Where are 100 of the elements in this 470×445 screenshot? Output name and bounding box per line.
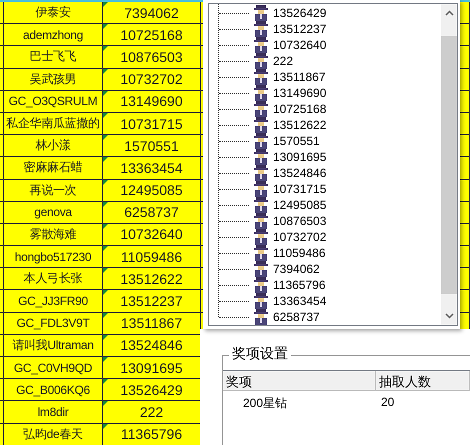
table-cell: 13512237 (103, 290, 201, 312)
user-icon (253, 133, 269, 149)
table-cell: 13149690 (103, 90, 201, 112)
list-cell-text: 20 (380, 395, 394, 411)
scroll-down-icon[interactable] (444, 313, 454, 319)
user-icon (253, 229, 269, 245)
user-icon (253, 37, 269, 53)
list-cell-text: 200星钻 (242, 395, 288, 412)
error-indicator-icon (103, 180, 108, 184)
user-icon (253, 5, 269, 21)
table-cell: 私企华南瓜蓝撒的 (4, 112, 103, 134)
tree-item[interactable]: 10725168 (209, 101, 441, 117)
error-indicator-icon (103, 379, 108, 384)
table-cell: 林小漾 (4, 135, 103, 156)
table-cell: GC_C0VH9QD (4, 357, 103, 378)
tree-item[interactable]: 10731715 (209, 181, 441, 197)
table-cell: 弘昀de春天 (4, 424, 103, 445)
table-cell: 13511867 (103, 312, 201, 334)
table-cell: 10725168 (103, 24, 201, 46)
tree-item[interactable]: 13363454 (209, 293, 441, 309)
error-indicator-icon (103, 290, 108, 296)
error-indicator-icon (103, 112, 108, 118)
table-cell: GC_O3QSRULM (4, 90, 103, 112)
user-icon (253, 293, 269, 309)
scrollbar[interactable] (441, 4, 457, 325)
scroll-up-icon[interactable] (444, 10, 454, 16)
table-cell: 13363454 (103, 157, 201, 178)
column-header[interactable]: 奖项 (223, 371, 376, 391)
tree-item[interactable]: 13526429 (209, 5, 441, 21)
table-cell: GC_JJ3FR90 (4, 290, 103, 312)
table-cell: 雾散海难 (4, 224, 103, 246)
table-cell: lm8dir (4, 401, 103, 423)
group-title: 奖项设置 (229, 345, 291, 363)
table-cell: 请叫我Ultraman (4, 334, 103, 356)
user-icon (253, 149, 269, 165)
error-indicator-icon (103, 90, 108, 96)
scrollbar-thumb[interactable] (441, 36, 457, 294)
error-indicator-icon (103, 334, 108, 340)
error-indicator-icon (103, 401, 108, 406)
table-cell: 巴士飞飞 (4, 46, 103, 68)
tree-item[interactable]: 13511867 (209, 69, 441, 85)
error-indicator-icon (103, 135, 108, 140)
table-cell: 伊泰安 (4, 2, 103, 24)
error-indicator-icon (103, 246, 108, 252)
tree-item[interactable]: 222 (209, 53, 441, 69)
table-cell: 10732702 (103, 68, 201, 90)
table-cell: 10731715 (103, 112, 201, 134)
user-icon (253, 165, 269, 181)
user-icon (253, 53, 269, 69)
error-indicator-icon (103, 224, 108, 229)
user-icon (253, 213, 269, 229)
user-icon (253, 85, 269, 101)
error-indicator-icon (103, 2, 108, 7)
tree-item[interactable]: 13149690 (209, 85, 441, 101)
user-icon (253, 197, 269, 213)
error-indicator-icon (103, 357, 108, 362)
table-cell: 222 (103, 401, 201, 423)
user-icon (253, 261, 269, 277)
table-cell: GC_B006KQ6 (4, 379, 103, 400)
tree-item[interactable]: 12495085 (209, 197, 441, 213)
table-cell: hongbo517230 (4, 246, 103, 268)
table-cell: 密麻麻石蜡 (4, 157, 103, 178)
error-indicator-icon (103, 24, 108, 30)
table-cell: 13512622 (103, 268, 201, 290)
table-cell: 12495085 (103, 180, 201, 201)
tree-item[interactable]: 13524846 (209, 165, 441, 181)
table-cell: 本人弓长张 (4, 268, 103, 290)
tree-item[interactable]: 10732702 (209, 229, 441, 245)
tree-item[interactable]: 10876503 (209, 213, 441, 229)
tree-item[interactable]: 11365796 (209, 277, 441, 293)
tree-item[interactable]: 13091695 (209, 149, 441, 165)
tree-item[interactable]: 7394062 (209, 261, 441, 277)
tree-item[interactable]: 13512622 (209, 117, 441, 133)
tree-item[interactable]: 6258737 (209, 309, 441, 325)
user-icon (253, 101, 269, 117)
table-cell: 再说一次 (4, 180, 103, 201)
table-cell: genova (4, 202, 103, 223)
user-icon (253, 309, 269, 325)
error-indicator-icon (103, 68, 108, 74)
table-cell: 13524846 (103, 334, 201, 356)
user-icon (253, 245, 269, 261)
column-header[interactable]: 抽取人数 (376, 371, 470, 391)
tree-item[interactable]: 10732640 (209, 37, 441, 53)
error-indicator-icon (103, 312, 108, 318)
table-cell: GC_FDL3V9T (4, 312, 103, 334)
table-cell: 13526429 (103, 379, 201, 400)
tree-item[interactable]: 11059486 (209, 245, 441, 261)
table-cell: 6258737 (103, 202, 201, 223)
error-indicator-icon (103, 424, 108, 429)
tree-item[interactable]: 1570551 (209, 133, 441, 149)
table-cell: 13091695 (103, 357, 201, 378)
table-cell: 10876503 (103, 46, 201, 68)
tree-item[interactable]: 13512237 (209, 21, 441, 37)
error-indicator-icon (103, 46, 108, 52)
table-cell: 吴武孩男 (4, 68, 103, 90)
user-icon (253, 117, 269, 133)
error-indicator-icon (103, 157, 108, 162)
table-cell: 7394062 (103, 2, 201, 24)
user-icon (253, 181, 269, 197)
table-cell: 10732640 (103, 224, 201, 246)
